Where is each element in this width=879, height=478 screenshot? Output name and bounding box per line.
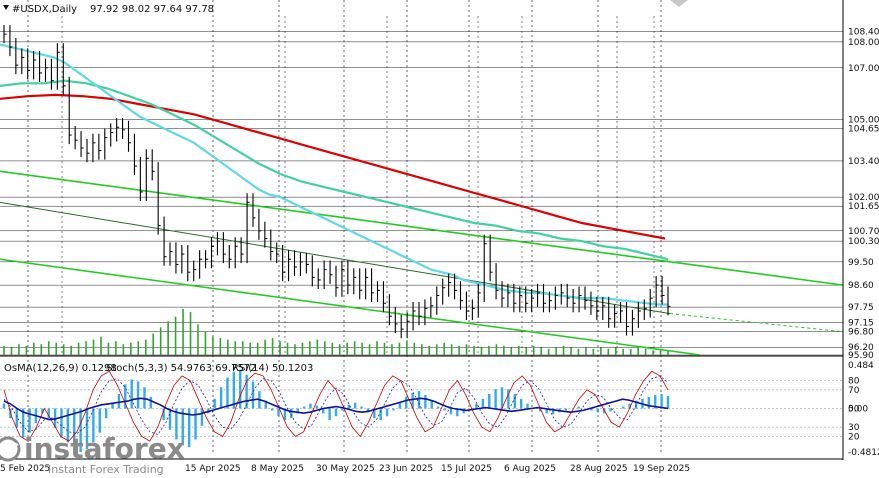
date-axis-label: 5 Feb 2025 [0, 464, 50, 474]
price-axis-label: 103.40 [848, 157, 879, 167]
osma-label: OsMA(12,26,9) 0.1298 [4, 363, 117, 374]
date-axis-label: 8 May 2025 [251, 464, 304, 474]
price-axis-label: 104.65 [848, 125, 879, 135]
indicator-axis-label: 70 [848, 386, 860, 396]
indicator-axis-label: -0.4812 [848, 448, 879, 458]
date-axis-label: 6 Aug 2025 [504, 464, 556, 474]
price-axis-label: 100.70 [848, 227, 879, 237]
date-axis-label: 23 Jun 2025 [379, 464, 433, 474]
date-axis-label: 28 Aug 2025 [570, 464, 628, 474]
indicator-axis-label: 50 [848, 405, 860, 415]
price-axis-label: 97.75 [848, 303, 874, 313]
indicator-axis-label: 20 [848, 432, 860, 442]
indicator-axis-label: 0.484 [848, 361, 874, 371]
date-axis-label: 30 May 2025 [316, 464, 375, 474]
price-axis-label: 95.90 [848, 351, 874, 361]
price-axis-label: 108.00 [848, 38, 879, 48]
price-axis-label: 108.40 [848, 28, 879, 38]
watermark-brand: instaforex [24, 432, 185, 465]
watermark-tagline: Instant Forex Trading [48, 463, 164, 476]
price-axis-label: 107.00 [848, 64, 879, 74]
rsi-label: RSI(14) 50.1203 [232, 363, 313, 374]
date-axis-label: 15 Jul 2025 [441, 464, 492, 474]
date-axis-label: 19 Sep 2025 [633, 464, 690, 474]
price-axis-label: 99.50 [848, 258, 874, 268]
price-axis-label: 101.65 [848, 202, 879, 212]
price-axis-label: 100.30 [848, 237, 879, 247]
chart-symbol: #USDX,Daily [12, 4, 77, 15]
price-axis-label: 98.60 [848, 281, 874, 291]
date-axis-label: 15 Apr 2025 [185, 464, 241, 474]
price-chart[interactable]: 108.40108.00107.00105.00104.65103.40102.… [0, 0, 879, 478]
chart-ohlc: 97.92 98.02 97.64 97.78 [90, 4, 214, 15]
price-axis-label: 96.80 [848, 328, 874, 338]
